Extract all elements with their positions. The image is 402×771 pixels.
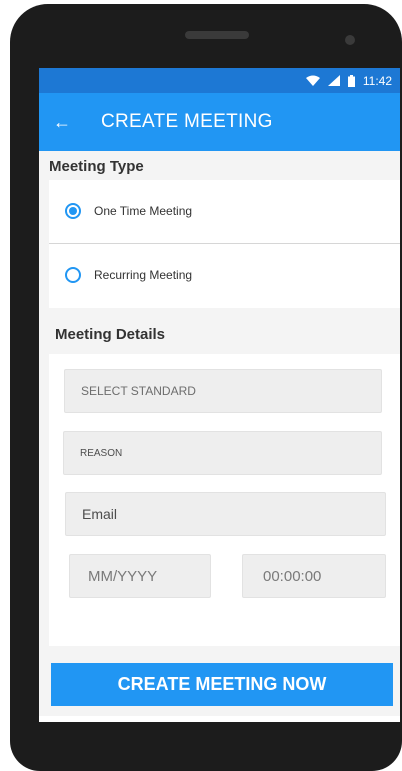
status-bar: 11:42 xyxy=(39,68,400,93)
radio-label: One Time Meeting xyxy=(94,204,193,218)
wifi-icon xyxy=(305,75,320,86)
status-time: 11:42 xyxy=(362,73,392,88)
radio-one-time-meeting[interactable]: One Time Meeting xyxy=(49,180,400,242)
meeting-details-card: SELECT STANDARD REASON Email MM/YYYY 00:… xyxy=(49,354,400,646)
create-meeting-now-button[interactable]: CREATE MEETING NOW xyxy=(51,663,393,706)
radio-selected-icon[interactable] xyxy=(65,203,81,219)
phone-frame: 11:42 ← CREATE MEETING Meeting Type One … xyxy=(10,4,402,771)
app-bar: ← CREATE MEETING xyxy=(39,93,400,151)
page-title: CREATE MEETING xyxy=(101,111,273,132)
meeting-type-card: One Time Meeting Recurring Meeting xyxy=(49,180,400,308)
screen-bottom-edge xyxy=(39,716,400,722)
email-field[interactable]: Email xyxy=(65,492,386,536)
app-screen: 11:42 ← CREATE MEETING Meeting Type One … xyxy=(39,68,400,722)
arrow-left-icon[interactable]: ← xyxy=(53,113,91,131)
time-field[interactable]: 00:00:00 xyxy=(242,554,386,598)
select-standard-dropdown[interactable]: SELECT STANDARD xyxy=(64,369,382,413)
signal-icon xyxy=(327,75,340,86)
date-field[interactable]: MM/YYYY xyxy=(69,554,211,598)
front-camera xyxy=(345,35,355,45)
radio-recurring-meeting[interactable]: Recurring Meeting xyxy=(49,244,400,306)
meeting-details-heading: Meeting Details xyxy=(55,326,166,343)
radio-label: Recurring Meeting xyxy=(94,268,193,282)
reason-field[interactable]: REASON xyxy=(63,431,382,475)
radio-unselected-icon[interactable] xyxy=(65,267,81,283)
speaker-grille xyxy=(185,31,249,39)
meeting-type-heading: Meeting Type xyxy=(49,158,144,175)
battery-icon xyxy=(347,74,355,87)
